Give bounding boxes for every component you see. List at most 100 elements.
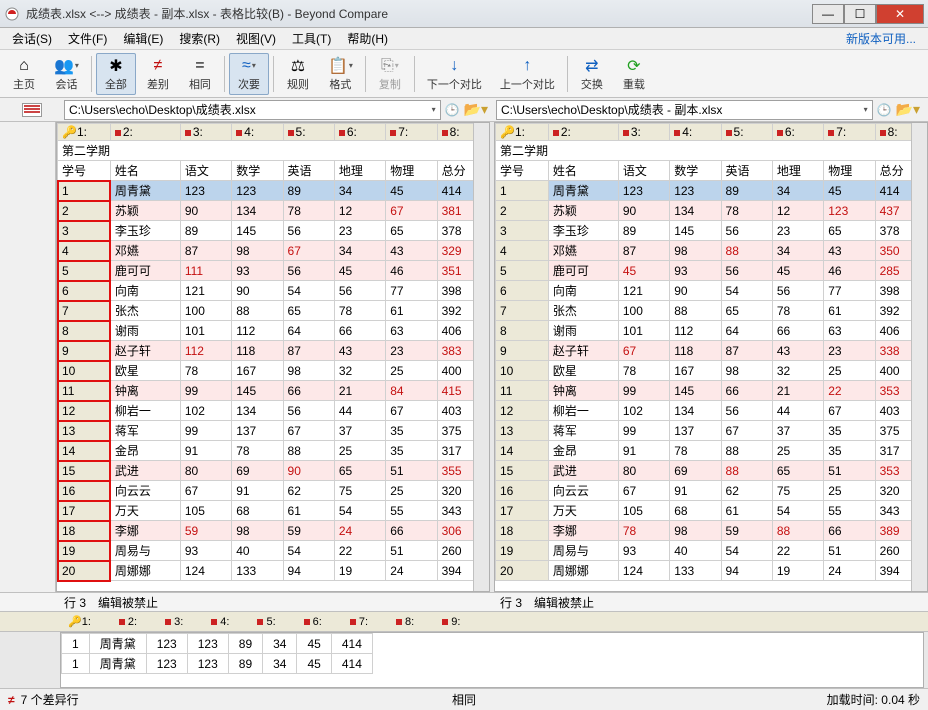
table-row[interactable]: 13蒋军99137673735375 [496,421,927,441]
table-row[interactable]: 2苏颖90134781267381 [58,201,489,221]
col-header[interactable]: 7: [386,124,437,141]
col-header[interactable]: 5: [283,124,334,141]
update-link[interactable]: 新版本可用... [838,28,924,49]
col-header[interactable]: 4: [232,124,283,141]
table-row[interactable]: 9赵子轩112118874323383 [58,341,489,361]
table-row[interactable]: 1周青黛123123893445414 [496,181,927,201]
thumbnail-icon[interactable] [22,103,42,117]
table-row[interactable]: 8谢雨101112646663406 [496,321,927,341]
history-icon[interactable]: 🕒 [445,103,460,117]
table-row[interactable]: 2苏颖901347812123437 [496,201,927,221]
table-row[interactable]: 12柳岩一102134564467403 [496,401,927,421]
table-row[interactable]: 13蒋军99137673735375 [58,421,489,441]
table-row[interactable]: 18李娜5998592466306 [58,521,489,541]
table-row[interactable]: 12柳岩一102134564467403 [58,401,489,421]
close-button[interactable]: ✕ [876,4,924,24]
detail-row[interactable]: 1周青黛123123893445414 [62,654,373,674]
minimize-button[interactable]: — [812,4,844,24]
col-header[interactable]: 3: [180,124,231,141]
browse-right-icon[interactable]: 📂▾ [896,101,920,118]
col-header[interactable]: 3: [618,124,669,141]
table-row[interactable]: 14金昂9178882535317 [58,441,489,461]
col-header[interactable]: 🔑1: [496,124,549,141]
table-row[interactable]: 14金昂9178882535317 [496,441,927,461]
format-button[interactable]: 📋▾格式 [320,53,361,95]
next-diff-button[interactable]: ↓下一个对比 [419,53,490,95]
table-row[interactable]: 9赵子轩67118874323338 [496,341,927,361]
table-row[interactable]: 7张杰10088657861392 [58,301,489,321]
table-row[interactable]: 18李娜7898598866389 [496,521,927,541]
row-number: 10 [58,361,111,381]
table-row[interactable]: 6向南12190545677398 [58,281,489,301]
table-row[interactable]: 16向云云6791627525320 [58,481,489,501]
table-row[interactable]: 15武进8069886551353 [496,461,927,481]
menu-session[interactable]: 会话(S) [4,28,60,49]
menu-tools[interactable]: 工具(T) [284,28,339,49]
minor-button[interactable]: ≈▾次要 [229,53,269,95]
copy-button[interactable]: ⎘▾复制 [370,53,410,95]
table-row[interactable]: 17万天10568615455343 [496,501,927,521]
detail-row[interactable]: 1周青黛123123893445414 [62,634,373,654]
header-cell: 英语 [283,161,334,181]
col-header[interactable]: 7: [824,124,875,141]
cell: 32 [334,361,385,381]
scrollbar[interactable] [473,123,489,591]
col-header[interactable]: 6: [334,124,385,141]
table-row[interactable]: 7张杰10088657861392 [496,301,927,321]
swap-button[interactable]: ⇄交换 [572,53,612,95]
menu-edit[interactable]: 编辑(E) [115,28,171,49]
menu-search[interactable]: 搜索(R) [171,28,228,49]
table-row[interactable]: 1周青黛123123893445414 [58,181,489,201]
table-row[interactable]: 3李玉珍89145562365378 [58,221,489,241]
table-row[interactable]: 5鹿可可11193564546351 [58,261,489,281]
cell: 80 [180,461,231,481]
diff-button[interactable]: ≠差别 [138,53,178,95]
table-row[interactable]: 5鹿可可4593564546285 [496,261,927,281]
menu-file[interactable]: 文件(F) [60,28,115,49]
rules-button[interactable]: ⚖规则 [278,53,318,95]
left-pane[interactable]: 🔑1:2:3:4:5:6:7:8:第二学期学号姓名语文数学英语地理物理总分1周青… [56,122,490,592]
menu-view[interactable]: 视图(V) [228,28,284,49]
table-row[interactable]: 10欧星78167983225400 [496,361,927,381]
table-row[interactable]: 11钟离99145662122353 [496,381,927,401]
col-header[interactable]: 4: [670,124,721,141]
session-button[interactable]: 👥▾会话 [46,53,87,95]
left-path-input[interactable]: C:\Users\echo\Desktop\成绩表.xlsx▾ [64,100,441,120]
col-header[interactable]: 2: [110,124,180,141]
menu-help[interactable]: 帮助(H) [339,28,396,49]
detail-cell: 1 [62,634,90,654]
same-button[interactable]: =相同 [180,53,220,95]
table-row[interactable]: 3李玉珍89145562365378 [496,221,927,241]
col-header[interactable]: 5: [721,124,772,141]
history-icon[interactable]: 🕒 [877,103,892,117]
reload-button[interactable]: ⟳重载 [614,53,654,95]
row-number: 6 [58,281,111,301]
home-button[interactable]: ⌂主页 [4,53,44,95]
table-row[interactable]: 19周易与9340542251260 [58,541,489,561]
col-header[interactable]: 6: [772,124,823,141]
prev-diff-button[interactable]: ↑上一个对比 [492,53,563,95]
maximize-button[interactable]: ☐ [844,4,876,24]
col-header[interactable]: 2: [548,124,618,141]
table-row[interactable]: 20周娜娜124133941924394 [58,561,489,581]
table-row[interactable]: 4邓嬿8798673443329 [58,241,489,261]
table-row[interactable]: 6向南12190545677398 [496,281,927,301]
all-button[interactable]: ✱全部 [96,53,136,95]
table-row[interactable]: 19周易与9340542251260 [496,541,927,561]
table-row[interactable]: 10欧星78167983225400 [58,361,489,381]
table-row[interactable]: 8谢雨101112646663406 [58,321,489,341]
bottom-detail-grid[interactable]: 1周青黛1231238934454141周青黛123123893445414 [60,632,924,688]
scrollbar[interactable] [911,123,927,591]
data-grid[interactable]: 🔑1:2:3:4:5:6:7:8:第二学期学号姓名语文数学英语地理物理总分1周青… [57,123,489,581]
table-row[interactable]: 16向云云6791627525320 [496,481,927,501]
data-grid[interactable]: 🔑1:2:3:4:5:6:7:8:第二学期学号姓名语文数学英语地理物理总分1周青… [495,123,927,581]
col-header[interactable]: 🔑1: [58,124,111,141]
right-path-input[interactable]: C:\Users\echo\Desktop\成绩表 - 副本.xlsx▾ [496,100,873,120]
right-pane[interactable]: 🔑1:2:3:4:5:6:7:8:第二学期学号姓名语文数学英语地理物理总分1周青… [494,122,928,592]
table-row[interactable]: 17万天10568615455343 [58,501,489,521]
table-row[interactable]: 15武进8069906551355 [58,461,489,481]
table-row[interactable]: 11钟离99145662184415 [58,381,489,401]
table-row[interactable]: 4邓嬿8798883443350 [496,241,927,261]
table-row[interactable]: 20周娜娜124133941924394 [496,561,927,581]
browse-left-icon[interactable]: 📂▾ [464,101,488,118]
